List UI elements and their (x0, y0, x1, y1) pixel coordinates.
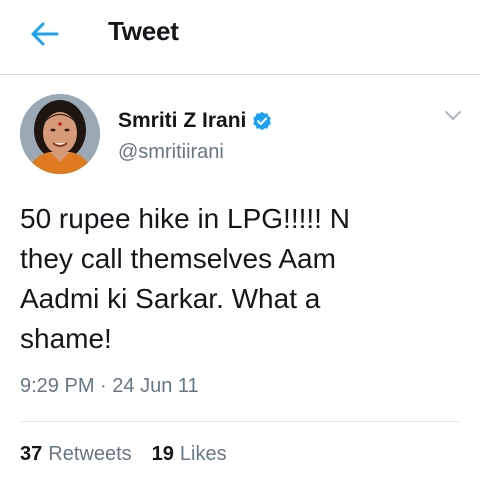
likes-label: Likes (179, 443, 227, 465)
tweet-date: 24 Jun 11 (112, 375, 199, 397)
tweet-time: 9:29 PM (20, 375, 95, 397)
likes-count: 19 (151, 443, 174, 465)
retweets-label: Retweets (48, 443, 132, 465)
retweets-count: 37 (20, 443, 43, 465)
verified-badge-icon (252, 111, 272, 131)
tweet: Smriti Z Irani @smritiirani 50 rupee hik… (0, 75, 480, 480)
chevron-down-icon (445, 111, 461, 120)
tweet-timestamp: 9:29 PM · 24 Jun 11 (20, 375, 199, 398)
author-name-row[interactable]: Smriti Z Irani (118, 109, 272, 133)
likes-stat[interactable]: 19 Likes (152, 443, 227, 466)
avatar-image (20, 94, 100, 174)
top-bar: Tweet (0, 0, 480, 75)
author-name[interactable]: Smriti Z Irani (118, 109, 246, 133)
tweet-stats: 37 Retweets 19 Likes (20, 443, 247, 466)
arrow-left-icon (31, 22, 59, 46)
back-button[interactable] (22, 14, 66, 54)
avatar[interactable] (20, 94, 100, 174)
tweet-detail-screen: Tweet Smriti Z Irani @smritiirani 50 rup… (0, 0, 480, 480)
divider (20, 421, 460, 422)
timestamp-separator: · (100, 375, 107, 397)
retweets-stat[interactable]: 37 Retweets (20, 443, 132, 466)
tweet-text: 50 rupee hike in LPG!!!!! N they call th… (20, 203, 350, 354)
tweet-menu-button[interactable] (440, 105, 466, 127)
page-title: Tweet (108, 16, 179, 46)
author-handle[interactable]: @smritiirani (118, 141, 224, 164)
